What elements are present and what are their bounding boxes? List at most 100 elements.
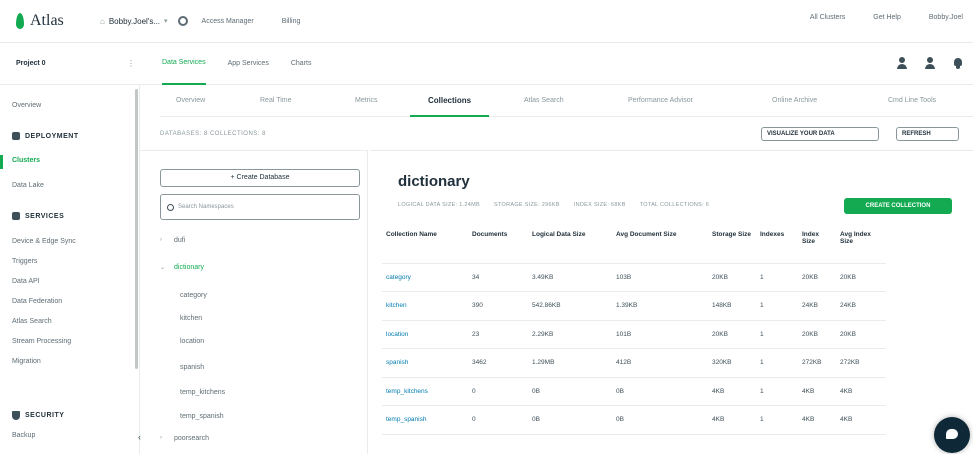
- create-collection-button[interactable]: CREATE COLLECTION: [844, 198, 952, 214]
- sidebar-item-overview[interactable]: Overview: [12, 102, 41, 109]
- stat-logical-size: LOGICAL DATA SIZE: 1.24MB: [398, 202, 480, 208]
- tab-overview[interactable]: Overview: [176, 85, 205, 117]
- cell-index-size: 4KB: [798, 377, 836, 406]
- cluster-tabs: Overview Real Time Metrics Collections A…: [160, 85, 973, 117]
- cell-index-size: 20KB: [798, 320, 836, 349]
- col-header-avg-index-size[interactable]: Avg Index Size: [836, 229, 886, 264]
- table-row: location 23 2.29KB 101B 20KB 1 20KB 20KB: [382, 320, 886, 349]
- db-item-dufi[interactable]: dufi: [174, 237, 185, 244]
- cell-avg-index-size: 4KB: [836, 377, 886, 406]
- chevron-right-icon[interactable]: ›: [160, 237, 162, 243]
- col-header-logical-size[interactable]: Logical Data Size: [528, 229, 612, 264]
- cell-avg-doc-size: 0B: [612, 405, 708, 435]
- col-header-index-size[interactable]: Index Size: [798, 229, 836, 264]
- col-header-name[interactable]: Collection Name: [382, 229, 468, 264]
- tab-collections[interactable]: Collections: [410, 85, 490, 117]
- bell-icon[interactable]: [953, 57, 963, 69]
- database-icon: [12, 132, 20, 140]
- collections-main: dictionary LOGICAL DATA SIZE: 1.24MB STO…: [370, 150, 973, 454]
- refresh-button[interactable]: REFRESH: [896, 127, 959, 141]
- chat-help-button[interactable]: [934, 417, 970, 453]
- table-row: spanish 3462 1.29MB 412B 320KB 1 272KB 2…: [382, 348, 886, 378]
- collection-item-temp-kitchens[interactable]: temp_kitchens: [180, 389, 225, 396]
- section-deployment: DEPLOYMENT: [12, 132, 79, 140]
- tab-data-services[interactable]: Data Services: [162, 43, 206, 85]
- namespace-search-input[interactable]: Search Namespaces: [160, 194, 360, 220]
- user-menu[interactable]: Bobby.Joel: [929, 14, 963, 21]
- sidebar-item-stream-processing[interactable]: Stream Processing: [12, 338, 71, 345]
- tab-charts[interactable]: Charts: [291, 43, 312, 85]
- collection-link[interactable]: spanish: [382, 348, 468, 378]
- collection-link[interactable]: temp_spanish: [382, 405, 468, 435]
- collection-item-category[interactable]: category: [180, 292, 207, 299]
- table-row: kitchen 390 542.86KB 1.39KB 148KB 1 24KB…: [382, 291, 886, 321]
- cell-index-size: 4KB: [798, 405, 836, 435]
- create-database-button[interactable]: + Create Database: [160, 169, 360, 187]
- cell-documents: 3462: [468, 348, 528, 378]
- collection-item-location[interactable]: location: [180, 338, 204, 345]
- db-item-poorsearch[interactable]: poorsearch: [174, 435, 209, 442]
- search-icon: [167, 203, 174, 211]
- org-selector[interactable]: ⌂ Bobby.Joel's... ▾: [100, 17, 168, 26]
- sidebar-item-data-federation[interactable]: Data Federation: [12, 298, 62, 305]
- sidebar-item-data-lake[interactable]: Data Lake: [12, 182, 44, 189]
- chevron-down-icon[interactable]: ⌄: [160, 264, 165, 271]
- cell-documents: 34: [468, 263, 528, 292]
- cell-storage-size: 4KB: [708, 377, 756, 406]
- sidebar-item-backup[interactable]: Backup: [12, 432, 35, 439]
- database-title: dictionary: [398, 173, 470, 190]
- tab-cmd-line-tools[interactable]: Cmd Line Tools: [888, 85, 936, 117]
- collection-link[interactable]: kitchen: [382, 291, 468, 321]
- section-security: SECURITY: [12, 411, 64, 420]
- collection-item-kitchen[interactable]: kitchen: [180, 315, 202, 322]
- tab-app-services[interactable]: App Services: [228, 43, 269, 85]
- sidebar-item-data-api[interactable]: Data API: [12, 278, 40, 285]
- project-selector[interactable]: Project 0: [16, 60, 116, 67]
- access-manager-menu[interactable]: Access Manager: [202, 18, 254, 25]
- atlas-logo[interactable]: Atlas: [16, 12, 78, 30]
- collection-item-temp-spanish[interactable]: temp_spanish: [180, 413, 224, 420]
- db-item-dictionary[interactable]: dictionary: [174, 264, 204, 271]
- all-clusters-link[interactable]: All Clusters: [810, 14, 845, 21]
- invite-user-icon[interactable]: [897, 57, 907, 69]
- col-header-documents[interactable]: Documents: [468, 229, 528, 264]
- cell-avg-index-size: 20KB: [836, 263, 886, 292]
- visualize-data-button[interactable]: VISUALIZE YOUR DATA: [761, 127, 879, 141]
- sidebar-item-triggers[interactable]: Triggers: [12, 258, 37, 265]
- cell-logical-size: 2.29KB: [528, 320, 612, 349]
- collection-link[interactable]: category: [382, 263, 468, 292]
- section-services: SERVICES: [12, 212, 64, 220]
- col-header-storage-size[interactable]: Storage Size: [708, 229, 756, 264]
- cell-avg-index-size: 20KB: [836, 320, 886, 349]
- sidebar-scrollbar[interactable]: [135, 89, 138, 369]
- sidebar-item-migration[interactable]: Migration: [12, 358, 41, 365]
- tab-atlas-search[interactable]: Atlas Search: [524, 85, 564, 117]
- cell-index-size: 272KB: [798, 348, 836, 378]
- services-icon: [12, 212, 20, 220]
- tab-performance-advisor[interactable]: Performance Advisor: [628, 85, 693, 117]
- cell-avg-index-size: 272KB: [836, 348, 886, 378]
- col-header-indexes[interactable]: Indexes: [756, 229, 798, 264]
- get-help-menu[interactable]: Get Help: [873, 14, 901, 21]
- tab-online-archive[interactable]: Online Archive: [772, 85, 817, 117]
- table-row: temp_spanish 0 0B 0B 4KB 1 4KB 4KB: [382, 405, 886, 435]
- team-icon[interactable]: [925, 57, 935, 69]
- col-header-avg-doc-size[interactable]: Avg Document Size: [612, 229, 708, 264]
- collection-link[interactable]: location: [382, 320, 468, 349]
- cell-logical-size: 3.49KB: [528, 263, 612, 292]
- chevron-right-icon[interactable]: ›: [160, 435, 162, 441]
- gear-icon[interactable]: [177, 16, 188, 26]
- collection-item-spanish[interactable]: spanish: [180, 364, 204, 371]
- collection-link[interactable]: temp_kitchens: [382, 377, 468, 406]
- tab-real-time[interactable]: Real Time: [260, 85, 292, 117]
- cell-documents: 23: [468, 320, 528, 349]
- top-bar: Atlas ⌂ Bobby.Joel's... ▾ Access Manager…: [0, 0, 973, 43]
- tab-metrics[interactable]: Metrics: [355, 85, 378, 117]
- sidebar-item-device-sync[interactable]: Device & Edge Sync: [12, 238, 76, 245]
- more-options-icon[interactable]: ⋮: [116, 59, 146, 68]
- project-bar: Project 0 ⋮ Data Services App Services C…: [0, 43, 973, 85]
- sidebar-item-atlas-search[interactable]: Atlas Search: [12, 318, 52, 325]
- cell-logical-size: 0B: [528, 405, 612, 435]
- sidebar-item-clusters[interactable]: Clusters: [12, 157, 40, 164]
- billing-link[interactable]: Billing: [282, 18, 301, 25]
